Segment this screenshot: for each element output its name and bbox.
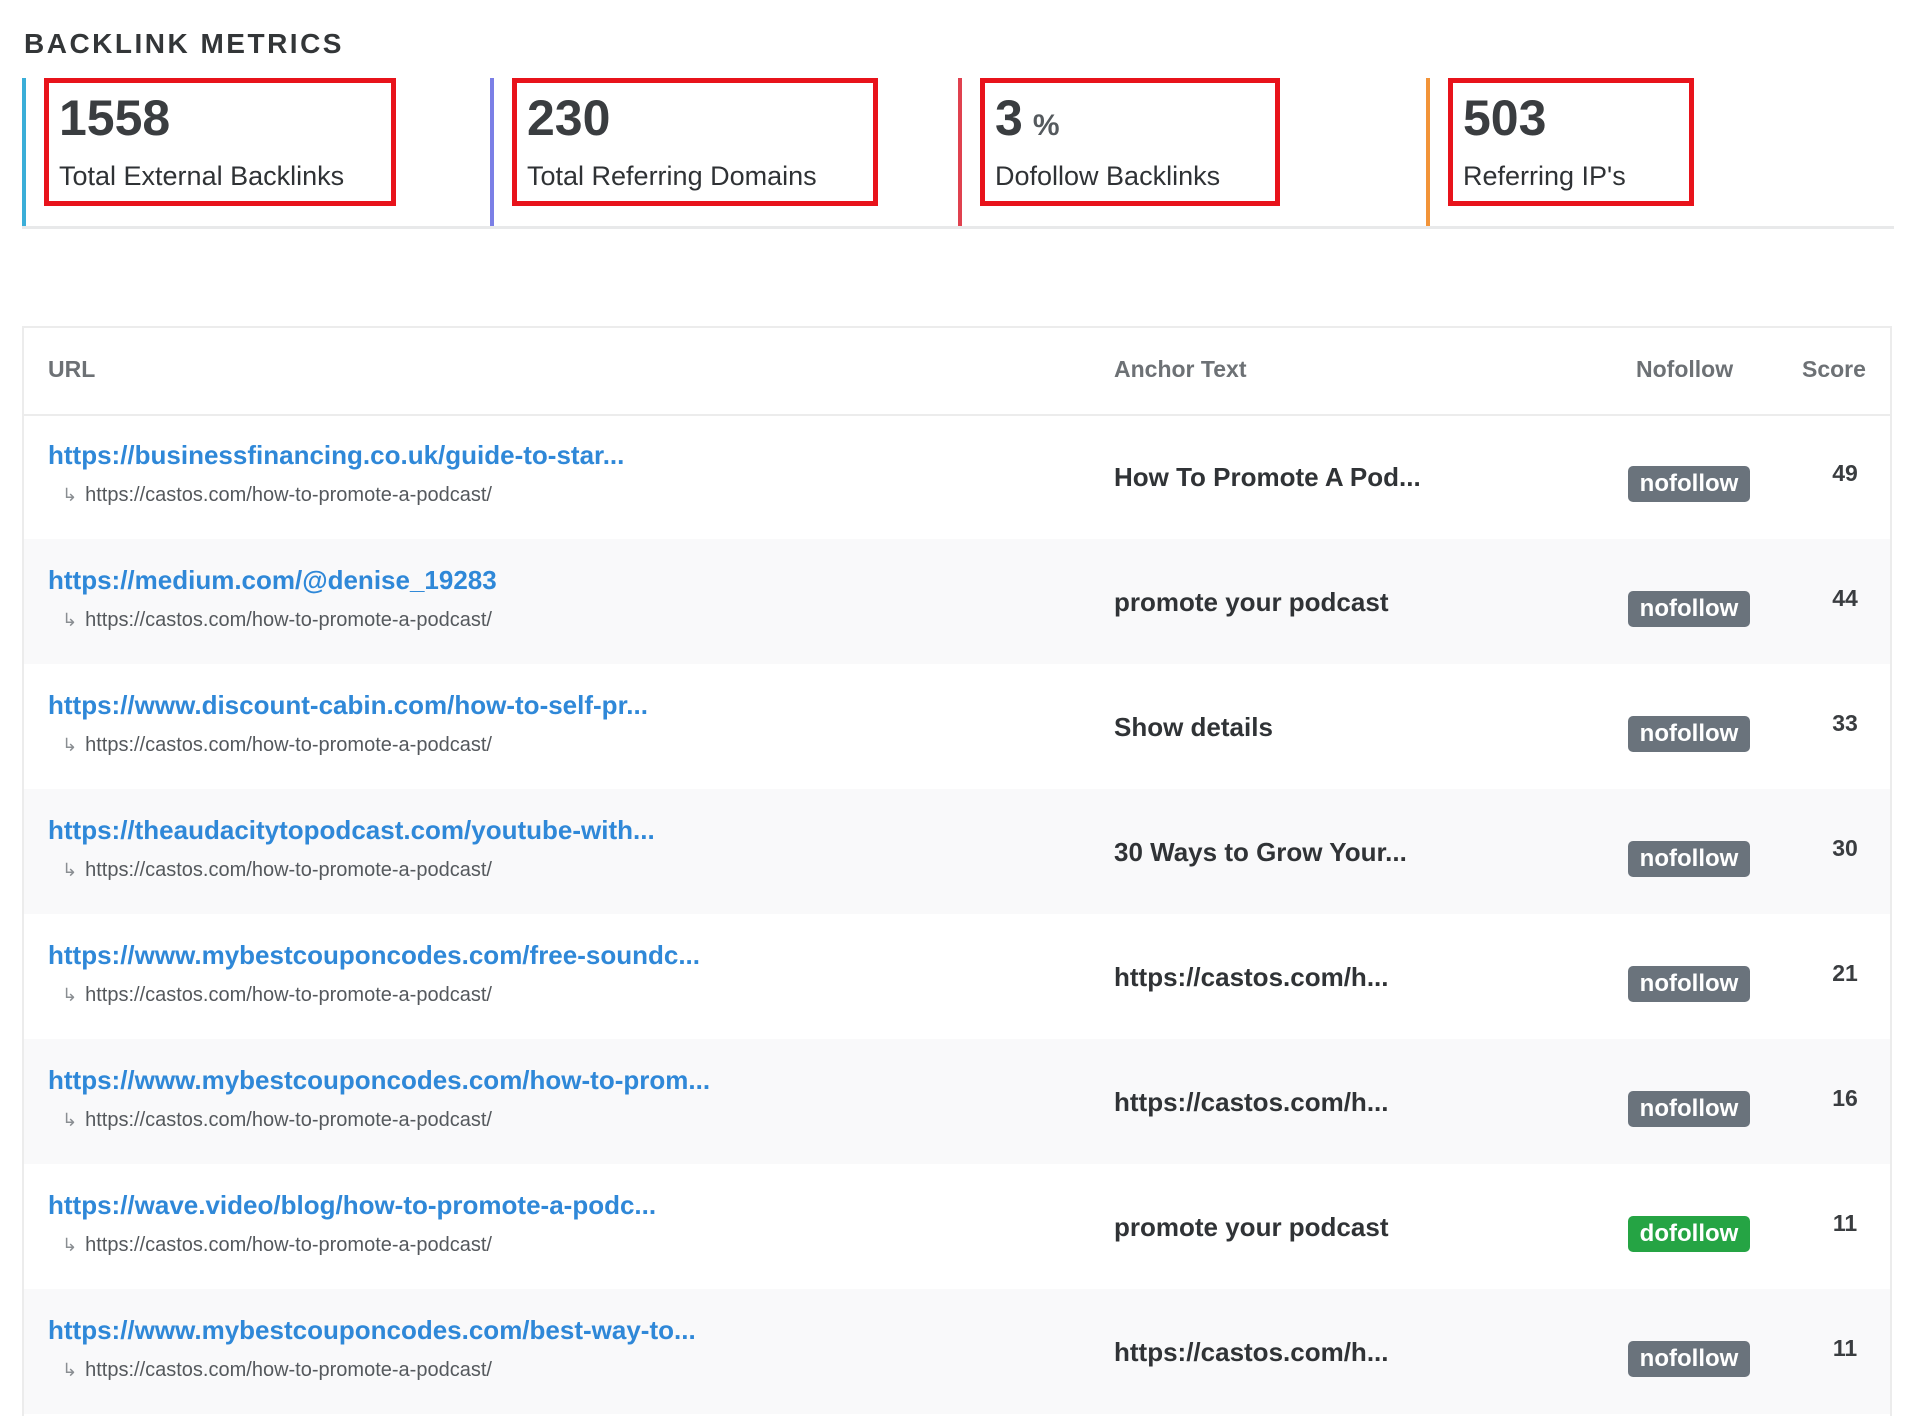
anchor-text: promote your podcast [1114,1212,1389,1242]
follow-status-badge: dofollow [1628,1216,1750,1252]
anchor-text: How To Promote A Pod... [1114,462,1421,492]
table-row: https://www.mybestcouponcodes.com/free-s… [24,914,1890,1039]
metric-total-referring-domains: 230 Total Referring Domains [490,78,878,226]
target-url-text: https://castos.com/how-to-promote-a-podc… [85,1234,492,1256]
target-url-text: https://castos.com/how-to-promote-a-podc… [85,484,492,506]
anchor-text: promote your podcast [1114,587,1389,617]
follow-status-badge: nofollow [1628,841,1750,877]
follow-status-badge: nofollow [1628,591,1750,627]
target-url: ↳ https://castos.com/how-to-promote-a-pod… [62,1109,492,1132]
score-value: 44 [1832,585,1858,611]
target-url-text: https://castos.com/how-to-promote-a-podc… [85,984,492,1006]
metric-value: 230 [527,90,611,146]
follow-status-badge: nofollow [1628,466,1750,502]
target-url: ↳ https://castos.com/how-to-promote-a-pod… [62,484,492,507]
metric-label: Referring IP's [1463,161,1626,191]
target-url-text: https://castos.com/how-to-promote-a-podc… [85,1109,492,1131]
backlinks-table: URL Anchor Text Nofollow Score https://b… [22,326,1892,1416]
follow-status-badge: nofollow [1628,1091,1750,1127]
column-header-anchor-text[interactable]: Anchor Text [1114,356,1246,383]
target-url: ↳ https://castos.com/how-to-promote-a-pod… [62,1234,492,1257]
column-header-score[interactable]: Score [1802,356,1866,383]
target-url: ↳ https://castos.com/how-to-promote-a-pod… [62,609,492,632]
metrics-strip: 1558 Total External Backlinks 230 Total … [22,78,1894,229]
metric-highlight-box: 3% Dofollow Backlinks [980,78,1280,206]
anchor-text: https://castos.com/h... [1114,962,1389,992]
target-url-text: https://castos.com/how-to-promote-a-podc… [85,859,492,881]
backlink-url-link[interactable]: https://www.mybestcouponcodes.com/free-s… [48,940,700,971]
column-header-url[interactable]: URL [48,356,95,383]
target-url: ↳ https://castos.com/how-to-promote-a-pod… [62,984,492,1007]
table-row: https://medium.com/@denise_19283 ↳ https:/… [24,539,1890,664]
target-url: ↳ https://castos.com/how-to-promote-a-pod… [62,1359,492,1382]
arrow-return-icon: ↳ [62,735,78,755]
metric-highlight-box: 503 Referring IP's [1448,78,1694,206]
metric-total-external-backlinks: 1558 Total External Backlinks [22,78,396,226]
arrow-return-icon: ↳ [62,1235,78,1255]
metric-value: 3% [995,90,1060,146]
column-header-nofollow[interactable]: Nofollow [1636,356,1733,383]
metric-label: Total External Backlinks [59,161,345,191]
score-value: 11 [1832,1210,1858,1236]
anchor-text: 30 Ways to Grow Your... [1114,837,1407,867]
table-row: https://theaudacitytopodcast.com/youtube… [24,789,1890,914]
follow-status-badge: nofollow [1628,1341,1750,1377]
backlink-url-link[interactable]: https://wave.video/blog/how-to-promote-a… [48,1190,656,1221]
score-value: 16 [1832,1085,1858,1111]
score-value: 33 [1832,710,1858,736]
metric-label: Dofollow Backlinks [995,161,1221,191]
metric-label: Total Referring Domains [527,161,817,191]
backlink-url-link[interactable]: https://businessfinancing.co.uk/guide-to… [48,440,624,471]
target-url: ↳ https://castos.com/how-to-promote-a-pod… [62,734,492,757]
anchor-text: https://castos.com/h... [1114,1337,1389,1367]
table-row: https://www.discount-cabin.com/how-to-se… [24,664,1890,789]
score-value: 21 [1832,960,1858,986]
target-url: ↳ https://castos.com/how-to-promote-a-pod… [62,859,492,882]
metric-referring-ips: 503 Referring IP's [1426,78,1694,226]
table-row: https://www.mybestcouponcodes.com/how-to… [24,1039,1890,1164]
table-row: https://businessfinancing.co.uk/guide-to… [24,414,1890,539]
backlink-url-link[interactable]: https://theaudacitytopodcast.com/youtube… [48,815,655,846]
arrow-return-icon: ↳ [62,1110,78,1130]
follow-status-badge: nofollow [1628,966,1750,1002]
follow-status-badge: nofollow [1628,716,1750,752]
anchor-text: Show details [1114,712,1273,742]
arrow-return-icon: ↳ [62,985,78,1005]
metric-value: 503 [1463,90,1547,146]
backlink-url-link[interactable]: https://www.mybestcouponcodes.com/best-w… [48,1315,696,1346]
arrow-return-icon: ↳ [62,1360,78,1380]
target-url-text: https://castos.com/how-to-promote-a-podc… [85,1359,492,1381]
table-row: https://www.mybestcouponcodes.com/best-w… [24,1289,1890,1414]
score-value: 30 [1832,835,1858,861]
metric-value: 1558 [59,90,171,146]
arrow-return-icon: ↳ [62,485,78,505]
backlink-url-link[interactable]: https://www.mybestcouponcodes.com/how-to… [48,1065,710,1096]
section-title: BACKLINK METRICS [24,28,344,59]
score-value: 49 [1832,460,1858,486]
score-value: 11 [1832,1335,1858,1361]
backlink-url-link[interactable]: https://medium.com/@denise_19283 [48,565,497,596]
arrow-return-icon: ↳ [62,860,78,880]
metric-highlight-box: 230 Total Referring Domains [512,78,878,206]
table-row: https://wave.video/blog/how-to-promote-a… [24,1164,1890,1289]
metric-dofollow-backlinks: 3% Dofollow Backlinks [958,78,1280,226]
backlink-url-link[interactable]: https://www.discount-cabin.com/how-to-se… [48,690,648,721]
metric-highlight-box: 1558 Total External Backlinks [44,78,396,206]
arrow-return-icon: ↳ [62,610,78,630]
target-url-text: https://castos.com/how-to-promote-a-podc… [85,609,492,631]
anchor-text: https://castos.com/h... [1114,1087,1389,1117]
table-header: URL Anchor Text Nofollow Score [24,328,1890,416]
target-url-text: https://castos.com/how-to-promote-a-podc… [85,734,492,756]
